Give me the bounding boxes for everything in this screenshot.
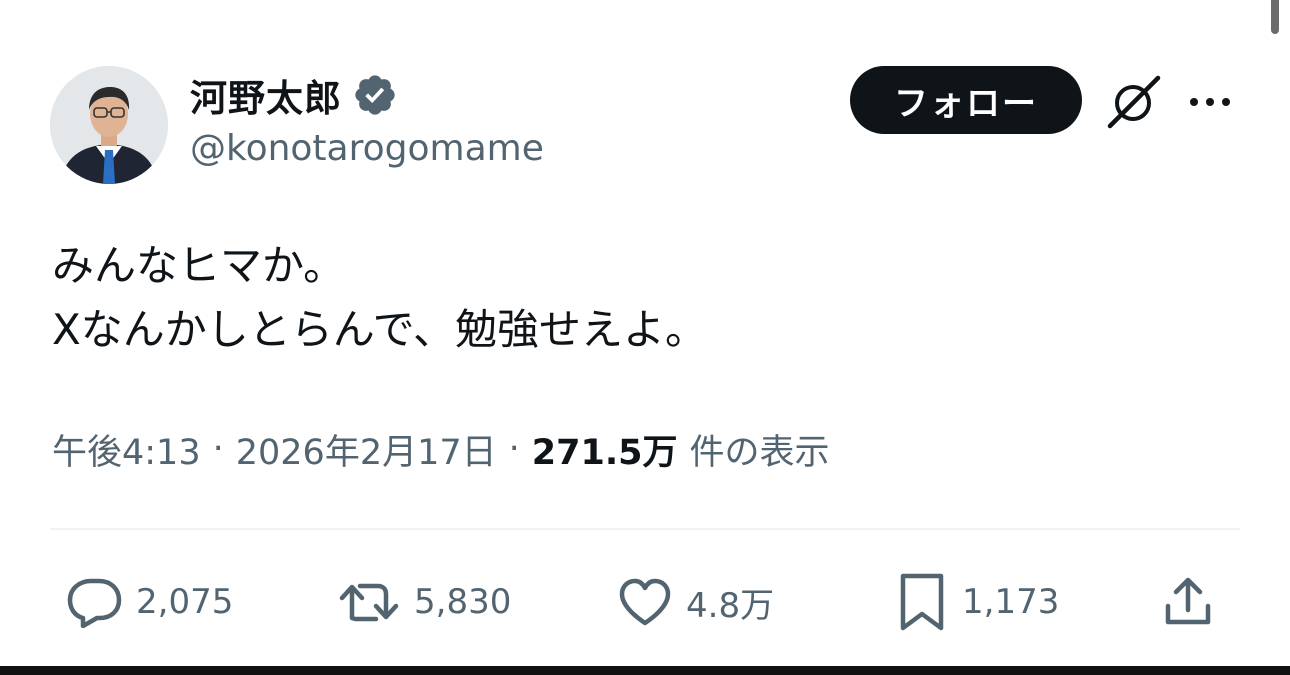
meta-separator: ·: [508, 429, 520, 469]
author-handle[interactable]: @konotarogomame: [190, 128, 544, 169]
share-icon: [1165, 577, 1211, 625]
author-name-row[interactable]: 河野太郎: [190, 70, 398, 120]
divider: [50, 528, 1240, 530]
grok-icon[interactable]: [1102, 74, 1166, 130]
reply-icon: [67, 578, 122, 628]
reply-count: 2,075: [136, 582, 234, 622]
meta-separator: ·: [212, 429, 224, 469]
like-button[interactable]: 4.8万: [616, 572, 774, 632]
retweet-icon: [339, 583, 399, 622]
avatar-image: [50, 66, 168, 184]
tweet-text: みんなヒマか。 Xなんかしとらんで、勉強せえよ。: [52, 234, 707, 362]
like-count: 4.8万: [686, 585, 775, 626]
follow-button[interactable]: フォロー: [850, 66, 1082, 134]
heart-icon: [619, 578, 671, 626]
reply-button[interactable]: 2,075: [66, 572, 233, 632]
bookmark-button[interactable]: 1,173: [894, 572, 1059, 632]
bottom-bar: [0, 666, 1290, 675]
tweet-date[interactable]: 2026年2月17日: [236, 424, 497, 475]
more-horizontal-icon[interactable]: [1182, 82, 1238, 122]
author-display-name[interactable]: 河野太郎: [190, 68, 342, 122]
retweet-button[interactable]: 5,830: [338, 572, 511, 632]
tweet-meta: 午後4:13 · 2026年2月17日 · 271.5万 件の表示: [52, 424, 830, 474]
views-count[interactable]: 271.5万: [532, 424, 678, 475]
views-label[interactable]: 件の表示: [690, 424, 830, 475]
avatar[interactable]: [50, 66, 168, 184]
tweet-detail-page: 河野太郎 @konotarogomame フォロー みんなヒマか。 Xなんかしと…: [0, 0, 1290, 675]
verified-badge-icon[interactable]: [352, 72, 398, 118]
bookmark-count: 1,173: [962, 582, 1060, 622]
tweet-text-line: Xなんかしとらんで、勉強せえよ。: [52, 305, 707, 354]
tweet-text-line: みんなヒマか。: [52, 241, 346, 290]
tweet-time[interactable]: 午後4:13: [52, 424, 201, 475]
scroll-indicator[interactable]: [1271, 0, 1279, 34]
retweet-count: 5,830: [414, 582, 512, 622]
bookmark-icon: [900, 573, 944, 631]
share-button[interactable]: [1162, 572, 1214, 632]
